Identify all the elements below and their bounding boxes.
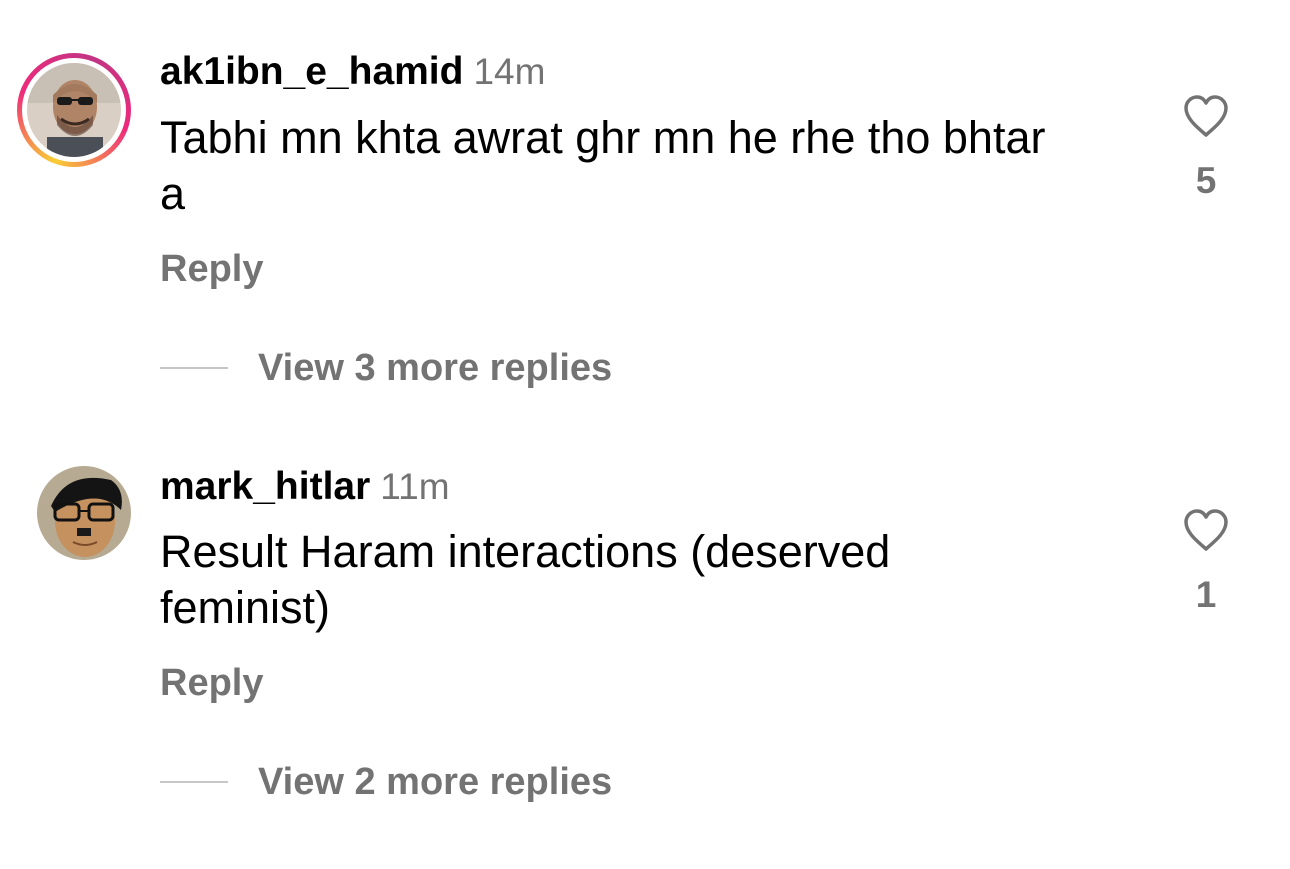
view-more-replies-button[interactable]: View 3 more replies [160, 343, 612, 393]
view-more-replies-label: View 3 more replies [258, 346, 613, 389]
divider-line [160, 781, 228, 783]
comment-text: Result Haram interactions (deserved femi… [160, 526, 891, 633]
story-ring[interactable] [17, 53, 131, 167]
heart-icon[interactable] [1182, 508, 1230, 552]
like-control: 5 [1172, 94, 1240, 202]
like-count: 1 [1195, 574, 1217, 615]
comment-item: ak1ibn_e_hamid 14m Tabhi mn khta awrat gh… [0, 0, 1290, 420]
username[interactable]: mark_hitlar [160, 465, 370, 508]
divider-line [160, 367, 228, 369]
timestamp: 14m [473, 51, 546, 92]
view-more-replies-button[interactable]: View 2 more replies [160, 757, 612, 807]
avatar[interactable] [37, 466, 131, 560]
username[interactable]: ak1ibn_e_hamid [160, 50, 463, 93]
heart-icon[interactable] [1182, 94, 1230, 138]
like-control: 1 [1172, 508, 1240, 616]
like-count: 5 [1195, 160, 1217, 201]
comment-header: ak1ibn_e_hamid 14m [160, 50, 545, 94]
comment-text: Tabhi mn khta awrat ghr mn he rhe tho bh… [160, 112, 1046, 219]
comment-header: mark_hitlar 11m [160, 465, 450, 509]
view-more-replies-label: View 2 more replies [258, 760, 613, 803]
timestamp: 11m [380, 466, 450, 507]
avatar[interactable] [27, 63, 121, 157]
reply-button[interactable]: Reply [160, 662, 263, 705]
reply-button[interactable]: Reply [160, 248, 263, 291]
